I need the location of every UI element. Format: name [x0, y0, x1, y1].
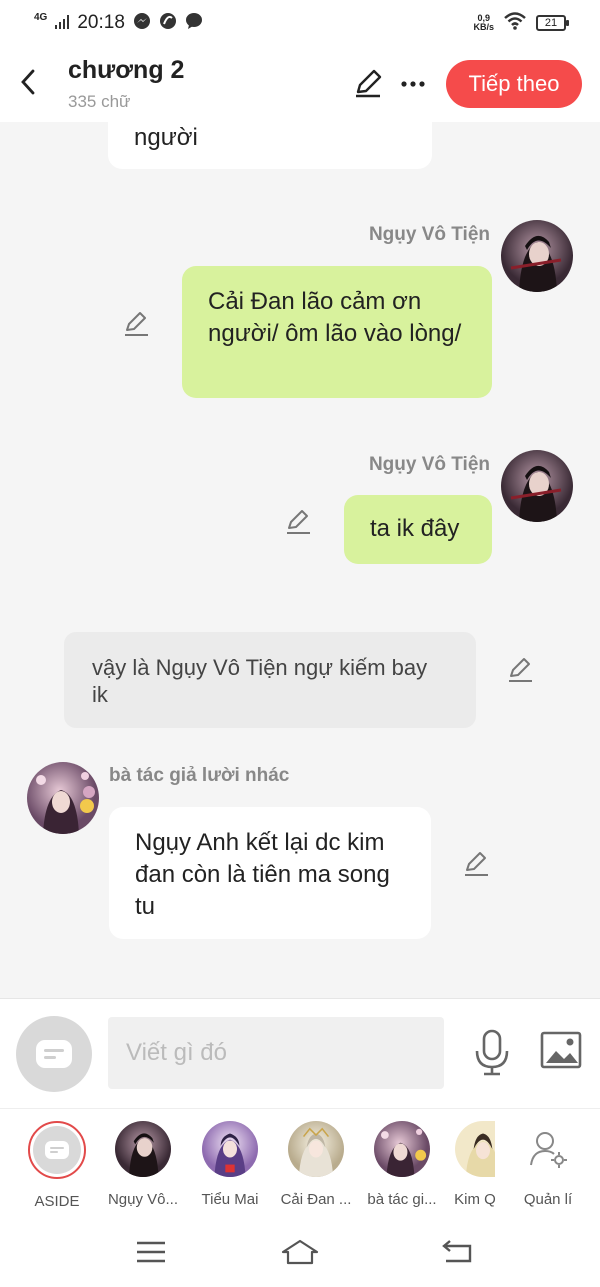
app-notification-icon	[159, 12, 177, 35]
aside-icon	[36, 1040, 72, 1068]
network-indicator: 4G	[34, 12, 48, 23]
aside-avatar	[28, 1121, 86, 1179]
character-label: ASIDE	[34, 1193, 80, 1210]
message-text: Ngụy Anh kết lại dc kim đan còn là tiên …	[135, 829, 390, 920]
character-label: Kim Q	[454, 1191, 496, 1208]
message-text: ta ik đây	[370, 515, 460, 542]
message-bubble[interactable]: Ngụy Anh kết lại dc kim đan còn là tiên …	[109, 807, 431, 939]
character-nguy-vo-tien[interactable]: Ngụy Vô...	[100, 1121, 186, 1208]
character-kim-q[interactable]: Kim Q	[441, 1121, 509, 1208]
chevron-left-icon	[21, 69, 35, 95]
network-speed: 0,9 KB/s	[473, 14, 494, 32]
narration-text: vậy là Ngụy Vô Tiện ngự kiếm bay ik	[92, 655, 428, 707]
image-icon	[540, 1031, 582, 1069]
message-text: Cải Đan lão cảm ơn người/ ôm lão vào lòn…	[208, 288, 462, 347]
character-label: Tiểu Mai	[201, 1191, 259, 1208]
edit-message-button[interactable]	[506, 656, 534, 684]
pencil-icon	[287, 510, 310, 534]
voice-input-button[interactable]	[470, 1029, 514, 1077]
edit-message-button[interactable]	[122, 310, 150, 338]
message-bubble[interactable]: người	[108, 122, 432, 169]
avatar[interactable]	[501, 220, 573, 292]
character-tieu-mai[interactable]: Tiểu Mai	[187, 1121, 273, 1208]
back-button[interactable]	[14, 64, 42, 100]
manage-characters-button[interactable]: Quản lí	[505, 1121, 591, 1208]
next-chapter-button[interactable]: Tiếp theo	[446, 60, 582, 108]
sender-name: bà tác giả lười nhác	[109, 765, 290, 786]
character-label: Cải Đan ...	[280, 1191, 352, 1208]
character-bar: ASIDE Ngụy Vô... Tiểu Mai Cải Đan ... bà…	[0, 1108, 600, 1216]
sender-name: Ngụy Vô Tiện	[368, 454, 490, 475]
back-nav-button[interactable]	[438, 1236, 478, 1268]
menu-icon	[137, 1241, 165, 1263]
battery-level: 21	[544, 17, 558, 29]
signal-icon	[55, 13, 70, 34]
pencil-icon	[125, 312, 148, 336]
avatar	[202, 1121, 258, 1177]
character-label: bà tác gi...	[367, 1191, 437, 1208]
system-navigation-bar	[0, 1216, 600, 1287]
message-bubble[interactable]: Cải Đan lão cảm ơn người/ ôm lão vào lòn…	[182, 266, 492, 398]
speed-unit: KB/s	[473, 22, 494, 32]
edit-message-button[interactable]	[462, 850, 490, 878]
character-ba-tac-gia[interactable]: bà tác gi...	[359, 1121, 445, 1208]
narration-bubble[interactable]: vậy là Ngụy Vô Tiện ngự kiếm bay ik	[64, 632, 476, 728]
more-options-button[interactable]	[398, 68, 428, 100]
sender-name: Ngụy Vô Tiện	[368, 224, 490, 245]
edit-chapter-button[interactable]	[352, 68, 384, 100]
character-cai-dan[interactable]: Cải Đan ...	[273, 1121, 359, 1208]
aside-toggle-button[interactable]	[16, 1016, 92, 1092]
message-input[interactable]	[108, 1017, 444, 1089]
compose-bar	[0, 998, 600, 1108]
avatar	[288, 1121, 344, 1177]
microphone-icon	[475, 1029, 509, 1076]
pencil-icon	[356, 69, 382, 98]
header: chương 2 335 chữ Tiếp theo	[0, 46, 600, 122]
character-label: Ngụy Vô...	[107, 1191, 179, 1208]
pencil-icon	[509, 658, 532, 682]
message-bubble[interactable]: ta ik đây	[344, 495, 492, 564]
menu-button[interactable]	[131, 1236, 171, 1268]
chat-notification-icon	[185, 12, 203, 35]
chat-area[interactable]: người Ngụy Vô Tiện Cải Đan lão cảm ơn ng…	[0, 122, 600, 998]
character-label: Quản lí	[523, 1191, 573, 1208]
user-settings-icon	[530, 1132, 567, 1168]
character-aside[interactable]: ASIDE	[14, 1121, 100, 1210]
manage-icon-wrap	[520, 1121, 576, 1177]
back-arrow-icon	[442, 1240, 472, 1263]
messenger-icon	[133, 12, 151, 35]
avatar	[374, 1121, 430, 1177]
clock: 20:18	[77, 12, 125, 33]
message-text: người	[134, 124, 198, 151]
pencil-icon	[465, 852, 488, 876]
insert-image-button[interactable]	[540, 1031, 584, 1071]
battery-icon: 21	[536, 15, 569, 31]
status-bar: 4G 20:18 0,9 KB/s 21	[0, 0, 600, 46]
edit-message-button[interactable]	[284, 508, 312, 536]
avatar[interactable]	[501, 450, 573, 522]
avatar[interactable]	[27, 762, 99, 834]
avatar	[455, 1121, 495, 1177]
avatar	[115, 1121, 171, 1177]
home-icon	[281, 1239, 319, 1265]
home-button[interactable]	[280, 1236, 320, 1268]
more-icon	[401, 81, 425, 87]
word-count: 335 chữ	[68, 92, 131, 111]
chapter-title: chương 2	[68, 56, 185, 84]
wifi-icon	[504, 11, 526, 35]
aside-icon	[45, 1141, 69, 1159]
